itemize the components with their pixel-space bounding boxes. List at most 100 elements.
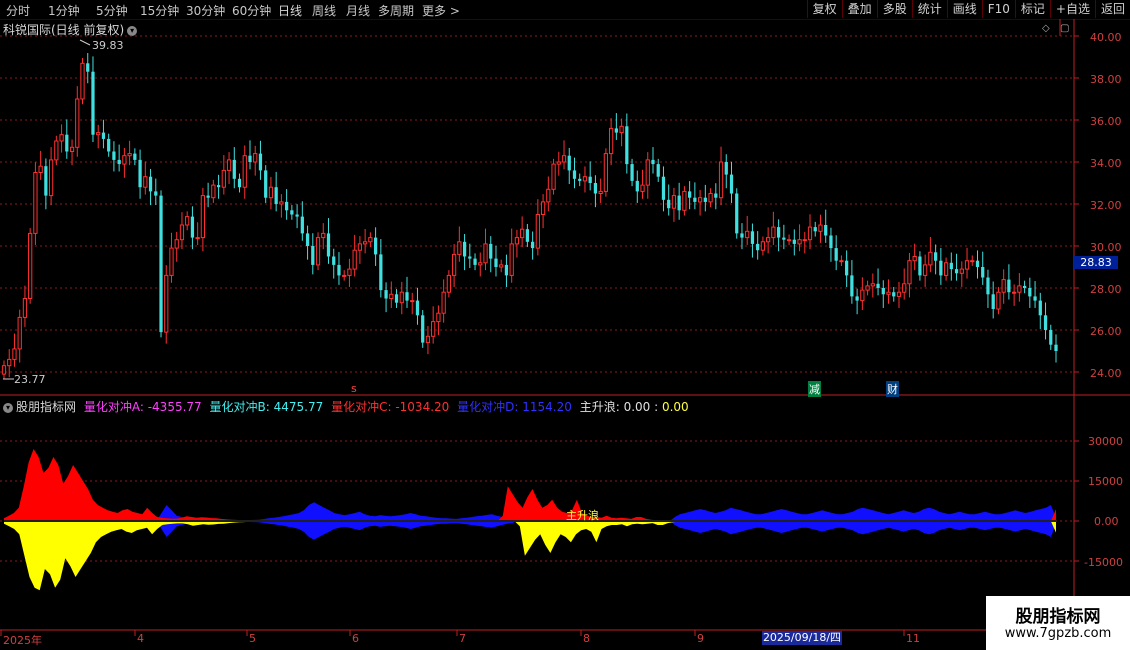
chevron-down-icon[interactable]: ▾	[3, 403, 13, 413]
candle-body	[1012, 291, 1017, 294]
back-button[interactable]: 返回	[1094, 0, 1130, 18]
candle-body	[735, 193, 739, 234]
candle-body	[143, 176, 148, 188]
candle-body	[347, 268, 352, 276]
candle-body	[44, 166, 48, 196]
candle-body	[174, 239, 179, 249]
candle-body	[96, 132, 101, 136]
candle-body	[499, 264, 504, 268]
draw-line-button[interactable]: 画线	[946, 0, 982, 18]
fuquan-button[interactable]: 复权	[806, 0, 842, 18]
tab-monthly[interactable]: 月线	[346, 2, 370, 19]
value-e: 0.00	[623, 400, 651, 414]
candle-body	[918, 256, 922, 276]
tab-fenshi[interactable]: 分时	[6, 2, 30, 19]
candle-body	[912, 256, 917, 262]
watermark-title: 股朋指标网	[1015, 607, 1101, 627]
x-tick: 6	[352, 632, 359, 645]
candle-body	[959, 268, 964, 274]
candle-body	[813, 227, 817, 232]
candle-body	[802, 239, 807, 242]
candle-body	[1001, 279, 1006, 293]
candle-body	[766, 237, 771, 243]
candle-body	[598, 190, 603, 194]
diamond-icon[interactable]: ◇	[1042, 23, 1050, 34]
candle-body	[745, 230, 750, 239]
candle-body	[667, 199, 671, 209]
candle-body	[619, 125, 624, 134]
candle-body	[462, 241, 467, 257]
candle-body	[483, 243, 488, 264]
candle-body	[1, 365, 7, 375]
candle-body	[22, 298, 28, 318]
candle-body	[671, 195, 677, 209]
candle-body	[425, 335, 431, 344]
candle-body	[593, 183, 598, 194]
stats-button[interactable]: 统计	[911, 0, 947, 18]
series-b-area	[4, 449, 1056, 521]
tab-more[interactable]: 更多 >	[422, 2, 460, 19]
add-watchlist-button[interactable]: +自选	[1049, 0, 1095, 18]
tab-30min[interactable]: 30分钟	[186, 2, 225, 19]
period-toolbar: 分时 1分钟 5分钟 15分钟 30分钟 60分钟 日线 周线 月线 多周期 更…	[0, 0, 1130, 20]
candle-body	[264, 170, 268, 198]
candle-body	[760, 241, 766, 251]
candle-body	[373, 237, 378, 255]
candle-body	[122, 155, 127, 165]
y-tick: 0.00	[1094, 515, 1119, 528]
candle-body	[996, 291, 1001, 310]
chevron-down-icon[interactable]: ▾	[127, 26, 138, 36]
tab-daily[interactable]: 日线	[278, 2, 302, 19]
indicator-areas	[4, 449, 1056, 591]
multi-stock-button[interactable]: 多股	[876, 0, 912, 18]
overlay-button[interactable]: 叠加	[841, 0, 877, 18]
candle-body	[509, 243, 514, 276]
y-tick: 26.00	[1090, 325, 1122, 338]
indicator-name: 股朋指标网	[16, 400, 77, 414]
candle-body	[226, 159, 232, 171]
f10-button[interactable]: F10	[981, 0, 1015, 18]
label-d: 量化对冲D:	[457, 400, 519, 414]
candle-body	[17, 316, 22, 350]
axes	[0, 19, 1130, 650]
series-c-area	[4, 521, 1056, 540]
candle-body	[870, 283, 875, 287]
candle-body	[1022, 285, 1027, 288]
candle-body	[48, 159, 54, 197]
candle-body	[907, 260, 912, 285]
candle-body	[865, 285, 870, 291]
x-tick: 4	[137, 632, 144, 645]
low-price-label: 23.77	[14, 373, 46, 386]
candle-body	[75, 98, 80, 148]
tab-1min[interactable]: 1分钟	[48, 2, 80, 19]
tab-60min[interactable]: 60分钟	[232, 2, 271, 19]
candle-body	[1007, 279, 1011, 293]
candle-body	[703, 197, 707, 202]
candle-body	[258, 153, 263, 171]
candle-body	[807, 226, 813, 241]
candle-body	[635, 180, 639, 192]
candle-body	[1049, 330, 1053, 345]
candlesticks	[1, 53, 1058, 380]
candle-body	[1028, 288, 1032, 297]
candle-body	[881, 288, 885, 295]
candle-body	[876, 283, 880, 288]
high-pointer	[79, 39, 91, 46]
candle-body	[682, 190, 687, 211]
tab-5min[interactable]: 5分钟	[96, 2, 128, 19]
tab-weekly[interactable]: 周线	[312, 2, 336, 19]
label-b: 量化对冲B:	[209, 400, 270, 414]
candle-body	[389, 293, 394, 299]
candle-body	[337, 264, 341, 276]
main-chart-title: 科锐国际(日线 前复权) ▾	[3, 21, 138, 38]
candle-body	[718, 161, 724, 199]
candle-body	[630, 164, 634, 181]
mark-button[interactable]: 标记	[1014, 0, 1050, 18]
tab-15min[interactable]: 15分钟	[140, 2, 179, 19]
candle-body	[211, 184, 216, 199]
x-tick: 5	[249, 632, 256, 645]
tab-multi-period[interactable]: 多周期	[378, 2, 414, 19]
candle-body	[688, 191, 692, 198]
candle-body	[59, 134, 64, 142]
square-icon[interactable]: ▢	[1060, 23, 1069, 34]
